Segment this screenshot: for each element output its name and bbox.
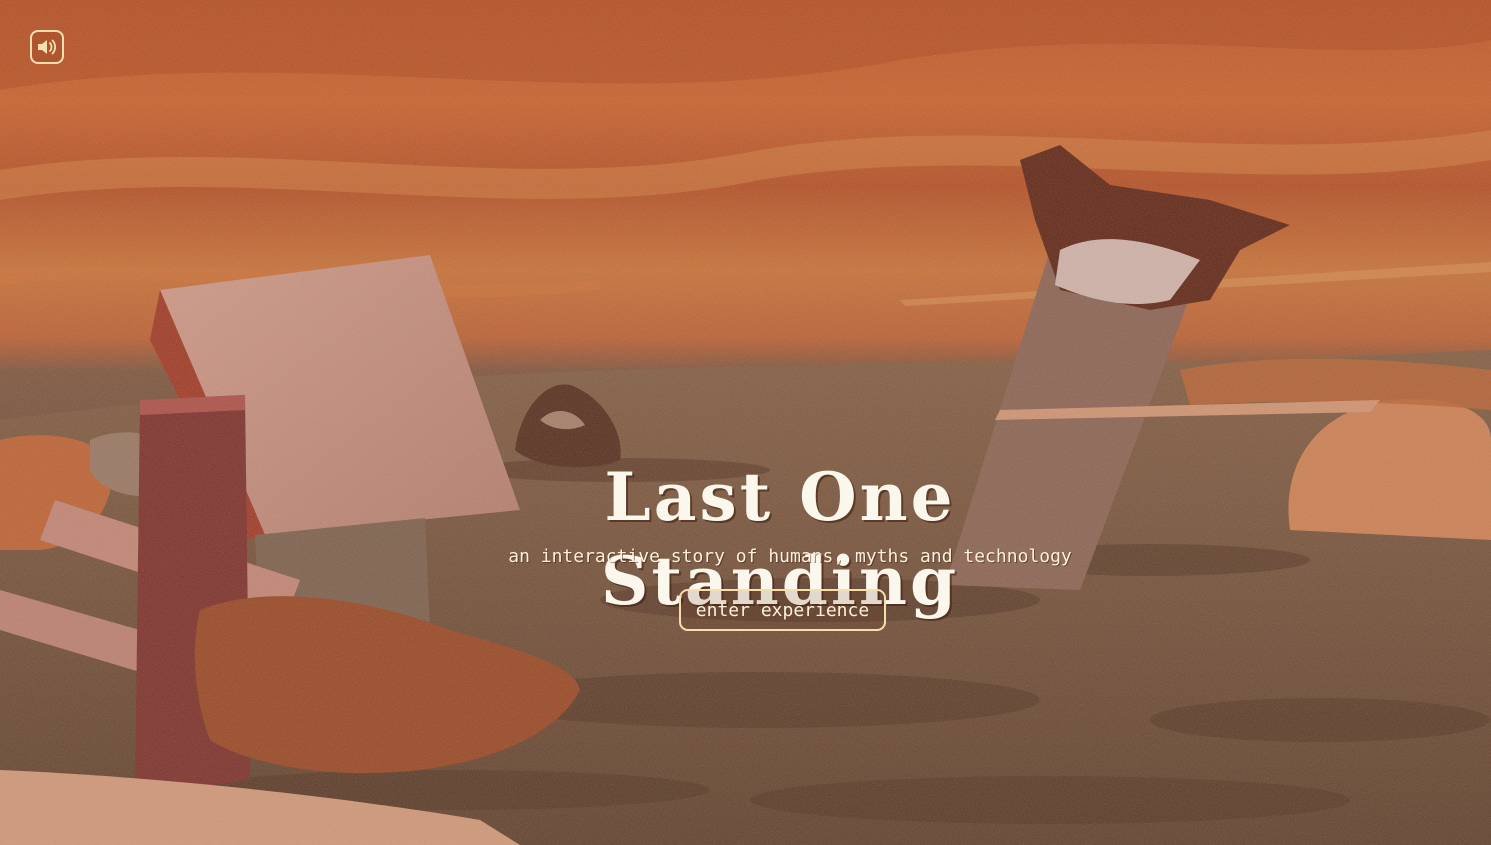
speaker-icon	[38, 39, 57, 55]
sound-toggle-button[interactable]	[30, 30, 64, 64]
enter-experience-button[interactable]: enter experience	[679, 589, 886, 631]
background-scene	[0, 0, 1491, 845]
page-subtitle: an interactive story of humans, myths an…	[508, 546, 1072, 567]
hero-section: Last One Standing an interactive story o…	[0, 455, 1491, 645]
landing-page: Last One Standing an interactive story o…	[0, 0, 1491, 845]
